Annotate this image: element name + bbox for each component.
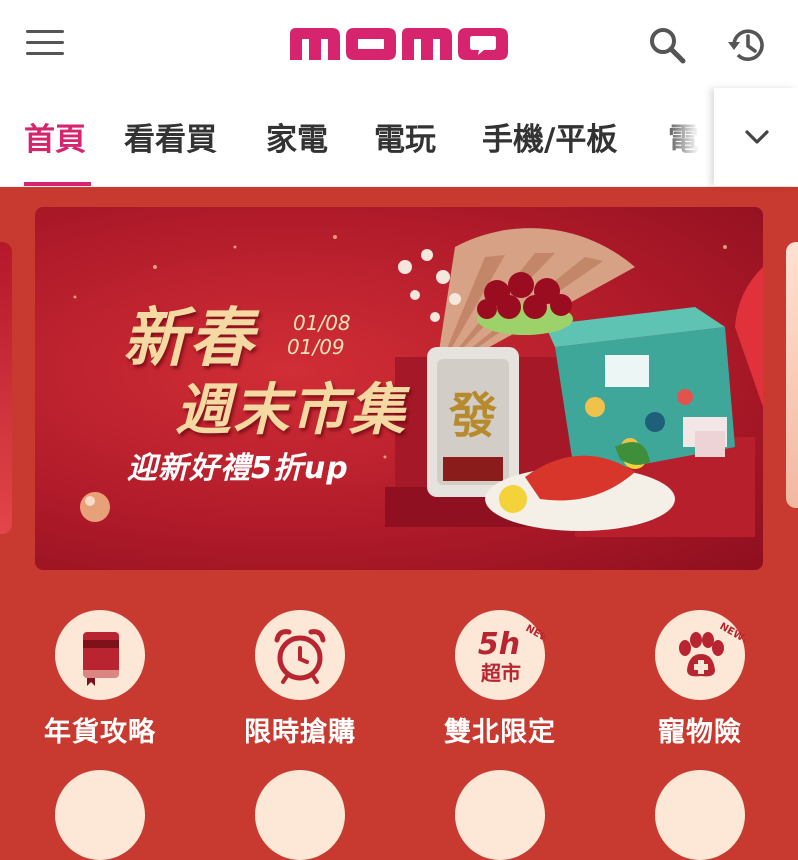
tab-phones-tablets[interactable]: 手機/平板 bbox=[482, 114, 617, 159]
menu-icon[interactable] bbox=[26, 30, 64, 58]
banner-date-1: 01/08 bbox=[293, 311, 351, 335]
5h-supermarket-icon: 5h 超市 NEW! bbox=[455, 610, 556, 700]
top-bar bbox=[0, 0, 798, 88]
tab-home[interactable]: 首頁 bbox=[24, 114, 86, 159]
shortcut-pet-insurance[interactable]: NEW! 寵物險 bbox=[600, 610, 798, 750]
tab-gaming[interactable]: 電玩 bbox=[374, 114, 436, 159]
next-banner-peek[interactable] bbox=[786, 242, 798, 508]
book-icon bbox=[55, 610, 145, 700]
paw-icon: NEW! bbox=[655, 610, 750, 700]
banner-subtitle: 迎新好禮5折up bbox=[127, 451, 349, 486]
shortcut-taipei-exclusive[interactable]: 5h 超市 NEW! 雙北限定 bbox=[400, 610, 600, 750]
next-row-shortcut-4[interactable] bbox=[655, 770, 745, 860]
icon-supermarket-text: 超市 bbox=[480, 661, 521, 685]
new-badge: NEW! bbox=[524, 623, 546, 648]
tin-mark: 發 bbox=[448, 388, 497, 444]
expand-tabs-button[interactable] bbox=[714, 88, 798, 186]
tab-fade-overlay bbox=[660, 88, 716, 186]
shortcut-label: 雙北限定 bbox=[444, 717, 556, 748]
shortcut-label: 年貨攻略 bbox=[44, 717, 156, 748]
previous-banner-peek[interactable] bbox=[0, 242, 12, 534]
shortcut-flash-sale[interactable]: 限時搶購 bbox=[200, 610, 400, 750]
banner-title-line2: 週末市集 bbox=[175, 377, 407, 443]
history-icon[interactable] bbox=[726, 24, 768, 66]
shortcut-new-year-guide[interactable]: 年貨攻略 bbox=[0, 610, 200, 750]
icon-5h-text: 5h bbox=[478, 627, 520, 662]
next-row-shortcut-3[interactable] bbox=[455, 770, 545, 860]
next-row-shortcut-1[interactable] bbox=[55, 770, 145, 860]
tab-appliances[interactable]: 家電 bbox=[266, 114, 328, 159]
search-icon[interactable] bbox=[646, 24, 688, 66]
alarm-clock-icon bbox=[255, 610, 345, 700]
active-tab-indicator bbox=[24, 182, 91, 186]
shortcut-label: 寵物險 bbox=[658, 717, 742, 748]
next-row-shortcut-2[interactable] bbox=[255, 770, 345, 860]
shortcut-label: 限時搶購 bbox=[244, 717, 356, 748]
banner-date-2: 01/09 bbox=[287, 335, 345, 359]
category-tabs: 首頁 看看買 家電 電玩 手機/平板 電腦 bbox=[0, 88, 798, 187]
tab-watch-and-buy[interactable]: 看看買 bbox=[124, 114, 217, 159]
chevron-down-icon bbox=[745, 130, 769, 144]
momo-logo[interactable] bbox=[288, 24, 510, 64]
promo-banner[interactable]: 發 新春 01/08 01/09 週末市集 迎新好禮5折up bbox=[35, 207, 763, 570]
